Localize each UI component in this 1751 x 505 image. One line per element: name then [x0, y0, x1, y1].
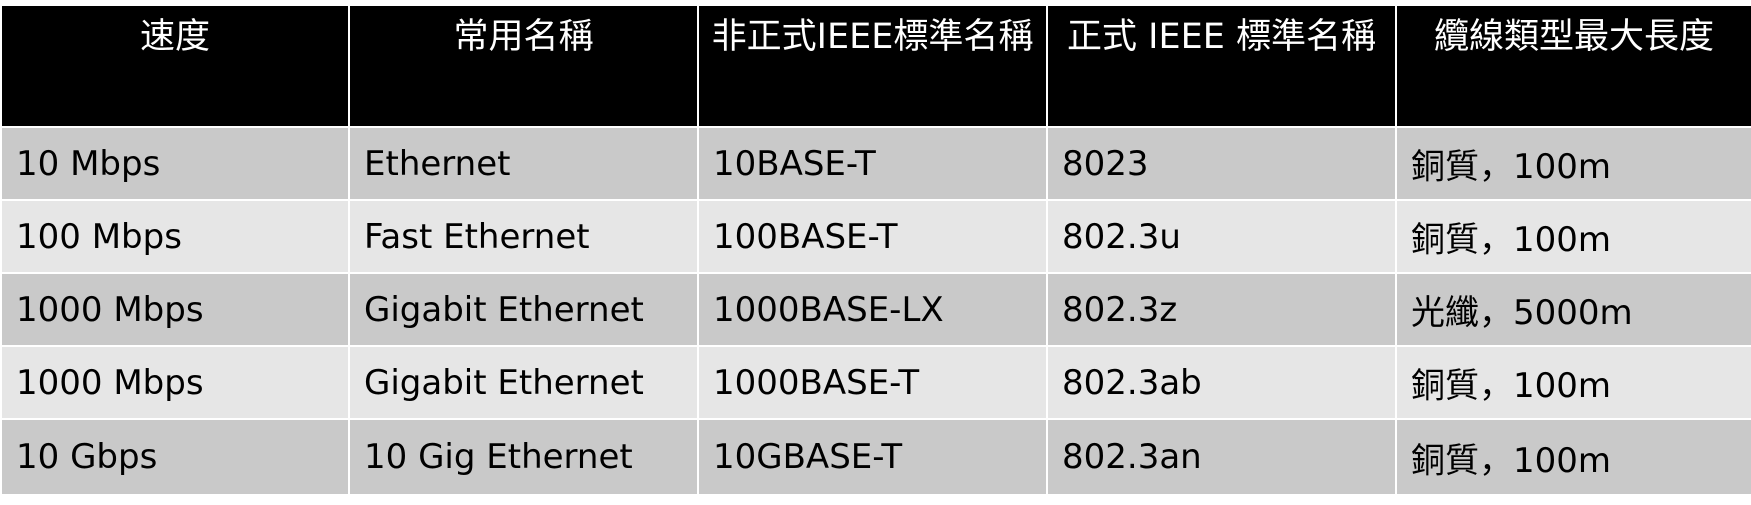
cell-formal-ieee-name: 802.3z — [1046, 272, 1397, 347]
header-cable-type-max-length-label: 纜線類型最大長度 — [1433, 17, 1714, 57]
cell-common-name: Gigabit Ethernet — [348, 272, 699, 347]
cell-speed: 100 Mbps — [0, 199, 350, 274]
cell-cable-type-max-length: 銅質，100m — [1395, 126, 1751, 201]
cell-informal-ieee-name: 10BASE-T — [697, 126, 1048, 201]
header-informal-ieee-name: 非正式IEEE標準名稱 — [697, 4, 1048, 128]
table-body: 10 Mbps Ethernet 10BASE-T 8023 銅質，100m 1… — [0, 126, 1751, 496]
cell-informal-ieee-name: 10GBASE-T — [697, 418, 1048, 496]
table-row: 1000 Mbps Gigabit Ethernet 1000BASE-T 80… — [0, 345, 1751, 420]
table-header: 速度 常用名稱 非正式IEEE標準名稱 正式 IEEE 標準名稱 纜線類型最大長… — [0, 4, 1751, 128]
table-row: 1000 Mbps Gigabit Ethernet 1000BASE-LX 8… — [0, 272, 1751, 347]
cell-common-name: Fast Ethernet — [348, 199, 699, 274]
table-row: 10 Gbps 10 Gig Ethernet 10GBASE-T 802.3a… — [0, 418, 1751, 496]
cell-informal-ieee-name: 1000BASE-LX — [697, 272, 1048, 347]
cell-speed: 10 Gbps — [0, 418, 350, 496]
cell-speed: 1000 Mbps — [0, 272, 350, 347]
header-informal-ieee-name-label: 非正式IEEE標準名稱 — [711, 17, 1034, 57]
cell-informal-ieee-name: 100BASE-T — [697, 199, 1048, 274]
cell-formal-ieee-name: 802.3u — [1046, 199, 1397, 274]
cell-speed: 1000 Mbps — [0, 345, 350, 420]
cell-cable-type-max-length: 銅質，100m — [1395, 345, 1751, 420]
header-speed-label: 速度 — [139, 17, 210, 57]
table-row: 10 Mbps Ethernet 10BASE-T 8023 銅質，100m — [0, 126, 1751, 201]
cell-common-name: Ethernet — [348, 126, 699, 201]
cell-cable-type-max-length: 銅質，100m — [1395, 418, 1751, 496]
ethernet-standards-table: 速度 常用名稱 非正式IEEE標準名稱 正式 IEEE 標準名稱 纜線類型最大長… — [0, 4, 1751, 496]
table-row: 100 Mbps Fast Ethernet 100BASE-T 802.3u … — [0, 199, 1751, 274]
header-row: 速度 常用名稱 非正式IEEE標準名稱 正式 IEEE 標準名稱 纜線類型最大長… — [0, 4, 1751, 128]
cell-informal-ieee-name: 1000BASE-T — [697, 345, 1048, 420]
cell-formal-ieee-name: 8023 — [1046, 126, 1397, 201]
cell-common-name: 10 Gig Ethernet — [348, 418, 699, 496]
cell-cable-type-max-length: 銅質，100m — [1395, 199, 1751, 274]
cell-speed: 10 Mbps — [0, 126, 350, 201]
header-common-name-label: 常用名稱 — [453, 17, 594, 57]
header-speed: 速度 — [0, 4, 350, 128]
header-common-name: 常用名稱 — [348, 4, 699, 128]
cell-formal-ieee-name: 802.3ab — [1046, 345, 1397, 420]
header-cable-type-max-length: 纜線類型最大長度 — [1395, 4, 1751, 128]
header-formal-ieee-name-label: 正式 IEEE 標準名稱 — [1067, 17, 1376, 57]
cell-common-name: Gigabit Ethernet — [348, 345, 699, 420]
cell-cable-type-max-length: 光纖，5000m — [1395, 272, 1751, 347]
cell-formal-ieee-name: 802.3an — [1046, 418, 1397, 496]
header-formal-ieee-name: 正式 IEEE 標準名稱 — [1046, 4, 1397, 128]
